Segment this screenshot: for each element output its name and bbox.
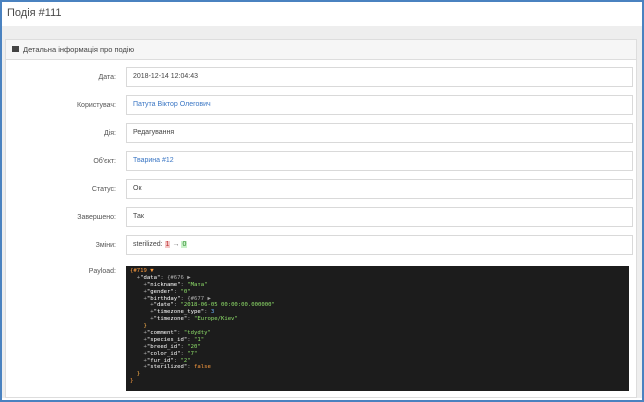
payload-token: "Europe/Kiev" (194, 316, 238, 323)
payload-token: : (173, 302, 181, 309)
payload-token: "timezone" (153, 316, 188, 323)
payload-line: +"comment": "tdydty" (130, 330, 629, 337)
payload-label: Payload: (88, 268, 116, 275)
payload-token: : {#676 ▶ (160, 274, 191, 281)
payload-line: +"breed_id": "20" (130, 344, 629, 351)
date-field: 2018-12-14 12:04:43 (126, 67, 633, 87)
payload-token: : (177, 330, 184, 337)
payload-token: + (130, 343, 147, 350)
payload-token: : {#677 ▶ (180, 295, 211, 302)
user-field: Патута Віктор Олегович (126, 95, 633, 115)
date-label: Дата: (98, 74, 116, 81)
payload-line: +"color_id": "7" (130, 351, 629, 358)
payload-line: +"gender": "0" (130, 289, 629, 296)
payload-token: } (130, 323, 147, 330)
payload-token: } (130, 371, 141, 378)
payload-token: "data" (140, 274, 161, 281)
payload-token: false (194, 364, 211, 371)
payload-token: + (130, 350, 147, 357)
payload-token: "2" (180, 357, 191, 364)
payload-token: : (187, 336, 195, 343)
done-field: Так (126, 207, 633, 227)
payload-token: "7" (187, 350, 198, 357)
payload-line: +"timezone": "Europe/Kiev" (130, 316, 629, 323)
payload-token: "birthday" (146, 295, 181, 302)
payload-token: + (130, 295, 147, 302)
payload-line: +"nickname": "Мата" (130, 282, 629, 289)
payload-token: 3 (210, 309, 215, 316)
list-icon (12, 46, 19, 52)
payload-line: +"date": "2018-06-05 00:00:00.000000" (130, 302, 629, 309)
payload-line: } (130, 371, 629, 378)
payload-token: } (130, 378, 134, 385)
panel-title: Детальна інформація про подію (23, 45, 135, 54)
payload-line: } (130, 378, 629, 385)
status-value: Ок (133, 185, 142, 192)
payload-token: + (130, 336, 147, 343)
payload-token: "1" (194, 336, 205, 343)
payload-line: {#719 ▼ (130, 268, 629, 275)
payload-token: "tdydty" (183, 330, 211, 337)
payload-line: +"data": {#676 ▶ (130, 275, 629, 282)
payload-token: : (187, 364, 195, 371)
payload-line: +"birthday": {#677 ▶ (130, 296, 629, 303)
changes-arrow: → (172, 241, 180, 248)
payload-token: : (173, 357, 181, 364)
changes-new-value: 0 (181, 241, 188, 248)
page-header: Подія #111 (2, 2, 642, 26)
object-link[interactable]: Тварина #12 (133, 157, 174, 164)
payload-token: "species_id" (146, 336, 188, 343)
user-label: Користувач: (76, 102, 116, 109)
payload-token: : (204, 309, 211, 316)
payload-dump[interactable]: {#719 ▼ +"data": {#676 ▶ +"nickname": "М… (126, 266, 629, 391)
panel-heading: Детальна інформація про подію (6, 40, 636, 60)
changes-field: sterilized: 1 → 0 (126, 235, 633, 255)
action-value: Редагування (133, 129, 175, 136)
payload-token: + (130, 330, 147, 337)
status-label: Статус: (91, 186, 116, 193)
payload-token: + (130, 274, 141, 281)
payload-line: +"species_id": "1" (130, 337, 629, 344)
object-label: Об'єкт: (93, 158, 116, 165)
payload-token: "nickname" (146, 281, 181, 288)
payload-token: {#719 ▼ (130, 268, 154, 274)
payload-token: "2018-06-05 00:00:00.000000" (180, 302, 275, 309)
payload-token: "gender" (146, 288, 174, 295)
payload-token: + (130, 288, 147, 295)
payload-token: "0" (180, 288, 191, 295)
status-field: Ок (126, 179, 633, 199)
payload-token: + (130, 309, 154, 316)
payload-token: "date" (153, 302, 174, 309)
action-field: Редагування (126, 123, 633, 143)
payload-token: "Мата" (187, 281, 208, 288)
payload-token: "sterilized" (146, 364, 188, 371)
payload-token: + (130, 281, 147, 288)
payload-token: "breed_id" (146, 343, 181, 350)
payload-line: +"sterilized": false (130, 364, 629, 371)
payload-token: + (130, 364, 147, 371)
payload-token: "timezone_type" (153, 309, 205, 316)
action-label: Дія: (103, 130, 116, 137)
payload-token: + (130, 302, 154, 309)
payload-token: "color_id" (146, 350, 181, 357)
payload-token: + (130, 357, 147, 364)
changes-old-value: 1 (164, 241, 171, 248)
payload-line: +"fur_id": "2" (130, 358, 629, 365)
payload-line: +"timezone_type": 3 (130, 309, 629, 316)
payload-token: : (173, 288, 181, 295)
done-label: Завершено: (77, 214, 116, 221)
payload-token: "20" (187, 343, 201, 350)
object-field: Тварина #12 (126, 151, 633, 171)
page-title: Подія #111 (7, 7, 62, 19)
payload-token: "fur_id" (146, 357, 174, 364)
payload-token: + (130, 316, 154, 323)
payload-token: "comment" (146, 330, 178, 337)
payload-token: : (187, 316, 195, 323)
changes-label: Зміни: (95, 242, 116, 249)
payload-line: } (130, 323, 629, 330)
date-value: 2018-12-14 12:04:43 (133, 73, 198, 80)
done-value: Так (133, 213, 144, 220)
user-link[interactable]: Патута Віктор Олегович (133, 101, 211, 108)
changes-field-name: sterilized: (133, 241, 163, 248)
